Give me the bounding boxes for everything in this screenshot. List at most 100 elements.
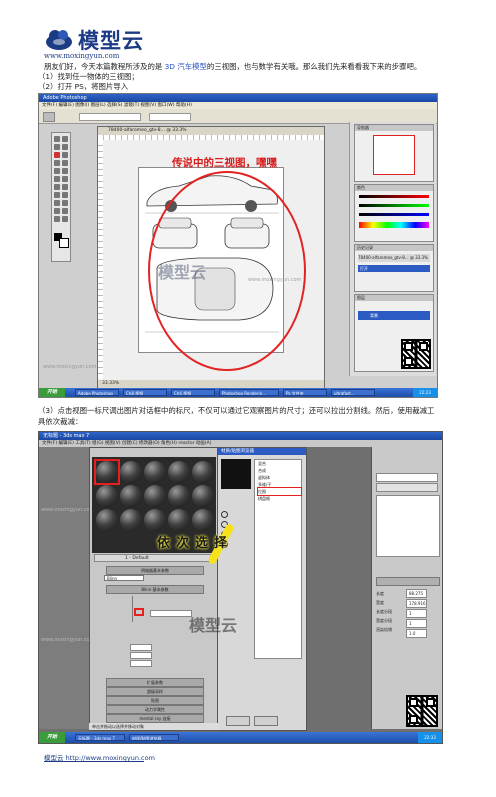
material-slot-14[interactable] xyxy=(168,509,190,531)
browser-item-0[interactable]: 混合 xyxy=(258,460,301,467)
soften-spinner[interactable] xyxy=(130,660,152,667)
type-tool-icon[interactable] xyxy=(62,192,68,198)
taskbar-max-item[interactable]: 无标题 - 3ds max 7 xyxy=(75,734,125,741)
shape-tool-icon[interactable] xyxy=(62,200,68,206)
param-value-0[interactable]: 88.275 xyxy=(406,589,427,598)
browser-item-1[interactable]: 合成 xyxy=(258,467,301,474)
material-slot-8[interactable] xyxy=(144,485,166,507)
rollout-dynamics[interactable]: 动力学属性 xyxy=(106,705,204,714)
path-tool-icon[interactable] xyxy=(54,192,60,198)
blur-tool-icon[interactable] xyxy=(54,184,60,190)
taskbar-item-5[interactable]: ultrafast... xyxy=(331,389,375,396)
taskbar-browser-item[interactable]: 材质/贴图浏览器 xyxy=(129,734,179,741)
rollout-maps[interactable]: 贴图 xyxy=(106,696,204,705)
modifier-stack[interactable] xyxy=(376,495,440,557)
red-slider[interactable] xyxy=(359,195,429,198)
browser-item-3[interactable]: 多维/子 xyxy=(258,481,301,488)
background-color-swatch[interactable] xyxy=(59,238,69,248)
brush-tool-icon[interactable] xyxy=(62,160,68,166)
move-tool-icon[interactable] xyxy=(62,136,68,142)
param-value-4[interactable]: 1.0 xyxy=(406,629,427,638)
layers-panel-title[interactable]: 图层 xyxy=(355,295,433,301)
vertical-ruler[interactable] xyxy=(98,140,103,379)
heal-tool-icon[interactable] xyxy=(54,160,60,166)
start-button-2[interactable]: 开始 xyxy=(39,732,65,743)
rollout-supersampling[interactable]: 超级采样 xyxy=(106,687,204,696)
dodge-tool-icon[interactable] xyxy=(62,184,68,190)
modifier-list-dropdown[interactable] xyxy=(376,483,438,492)
material-slot-11[interactable] xyxy=(96,509,118,531)
ps-option-field-2[interactable] xyxy=(149,113,191,121)
stamp-tool-icon[interactable] xyxy=(54,168,60,174)
browser-item-bitmap[interactable]: 位图 xyxy=(257,487,302,496)
material-slot-5[interactable] xyxy=(192,461,214,483)
material-slot-3[interactable] xyxy=(144,461,166,483)
slice-tool-icon[interactable] xyxy=(62,152,68,158)
param-value-3[interactable]: 1 xyxy=(406,619,427,628)
layer-background[interactable]: 背景 xyxy=(358,311,430,320)
intro-highlight-link[interactable]: 3D 汽车模型 xyxy=(165,62,207,71)
param-value-2[interactable]: 1 xyxy=(406,609,427,618)
material-slot-6[interactable] xyxy=(96,485,118,507)
history-open-item[interactable]: 打开 xyxy=(358,265,430,272)
gradient-tool-icon[interactable] xyxy=(62,176,68,182)
browser-cancel-button[interactable] xyxy=(254,716,278,726)
horizontal-ruler[interactable] xyxy=(98,135,324,140)
marquee-tool-icon[interactable] xyxy=(54,136,60,142)
glossiness-spinner[interactable] xyxy=(130,652,152,659)
taskbar-item-4[interactable]: Ps 文件夹 xyxy=(283,389,327,396)
material-name-field[interactable]: 1 - Default xyxy=(94,554,214,562)
history-brush-icon[interactable] xyxy=(62,168,68,174)
lasso-tool-icon[interactable] xyxy=(54,144,60,150)
zoom-tool-icon[interactable] xyxy=(62,216,68,222)
diffuse-map-button-highlight[interactable] xyxy=(134,608,144,616)
eyedropper-tool-icon[interactable] xyxy=(62,208,68,214)
eraser-tool-icon[interactable] xyxy=(54,176,60,182)
opacity-spinner[interactable] xyxy=(150,610,192,617)
material-slot-7[interactable] xyxy=(120,485,142,507)
history-panel-title[interactable]: 历史记录 xyxy=(355,245,433,251)
browser-item-5[interactable]: 棋盘格 xyxy=(258,495,301,502)
max-viewport[interactable]: www.moxingyun.com www.moxingyun.com xyxy=(39,447,94,729)
rollout-blinn-basic[interactable]: Blinn 基本参数 xyxy=(106,585,204,594)
taskbar-item-0[interactable]: Adobe Photoshop xyxy=(75,389,119,396)
rollout-mental-ray[interactable]: mental ray 连接 xyxy=(106,714,204,723)
crop-tool-icon[interactable] xyxy=(54,152,60,158)
ps-option-field[interactable] xyxy=(79,113,141,121)
material-slot-4[interactable] xyxy=(168,461,190,483)
navigator-thumbnail[interactable] xyxy=(373,135,415,175)
wand-tool-icon[interactable] xyxy=(62,144,68,150)
pen-tool-icon[interactable] xyxy=(54,200,60,206)
ps-menu-bar[interactable]: 文件(F) 编辑(E) 图像(I) 图层(L) 选择(S) 滤镜(T) 视图(V… xyxy=(39,102,437,109)
blue-slider[interactable] xyxy=(359,213,429,216)
green-slider[interactable] xyxy=(359,204,429,207)
material-slot-9[interactable] xyxy=(168,485,190,507)
navigator-panel-title[interactable]: 导航器 xyxy=(355,125,433,131)
object-name-field[interactable] xyxy=(376,473,438,482)
material-slot-15[interactable] xyxy=(192,509,214,531)
color-ramp[interactable] xyxy=(359,222,429,228)
hand-tool-icon[interactable] xyxy=(54,216,60,222)
move-tool-icon[interactable] xyxy=(43,112,55,122)
browser-ok-button[interactable] xyxy=(226,716,250,726)
browser-item-2[interactable]: 虚拟体 xyxy=(258,474,301,481)
start-button[interactable]: 开始 xyxy=(39,388,65,397)
material-slot-13[interactable] xyxy=(144,509,166,531)
material-slot-10[interactable] xyxy=(192,485,214,507)
material-slot-2[interactable] xyxy=(120,461,142,483)
color-panel-title[interactable]: 颜色 xyxy=(355,185,433,191)
specular-level-spinner[interactable] xyxy=(130,644,152,651)
param-value-1[interactable]: 178.916 xyxy=(406,599,427,608)
taskbar-item-1[interactable]: Ch8 视频 xyxy=(123,389,167,396)
max-menu-bar[interactable]: 文件(F) 编辑(E) 工具(T) 组(G) 视图(V) 创建(C) 修改器(O… xyxy=(39,440,442,447)
taskbar-item-3[interactable]: Photoshop Renderin... xyxy=(219,389,279,396)
notes-tool-icon[interactable] xyxy=(54,208,60,214)
material-slot-12[interactable] xyxy=(120,509,142,531)
parameters-rollout[interactable] xyxy=(376,577,440,586)
rollout-extended[interactable]: 扩展参数 xyxy=(106,678,204,687)
shader-dropdown[interactable]: Blinn xyxy=(104,575,144,581)
watermark-url-3: www.moxingyun.com xyxy=(41,507,95,513)
history-snapshot[interactable]: 78400-alfaromeo_gtv-8... @ 33.3% xyxy=(358,254,430,262)
taskbar-item-2[interactable]: Ch6 视频 xyxy=(171,389,215,396)
rollout-shader-basic[interactable]: 明暗器基本参数 xyxy=(106,566,204,575)
